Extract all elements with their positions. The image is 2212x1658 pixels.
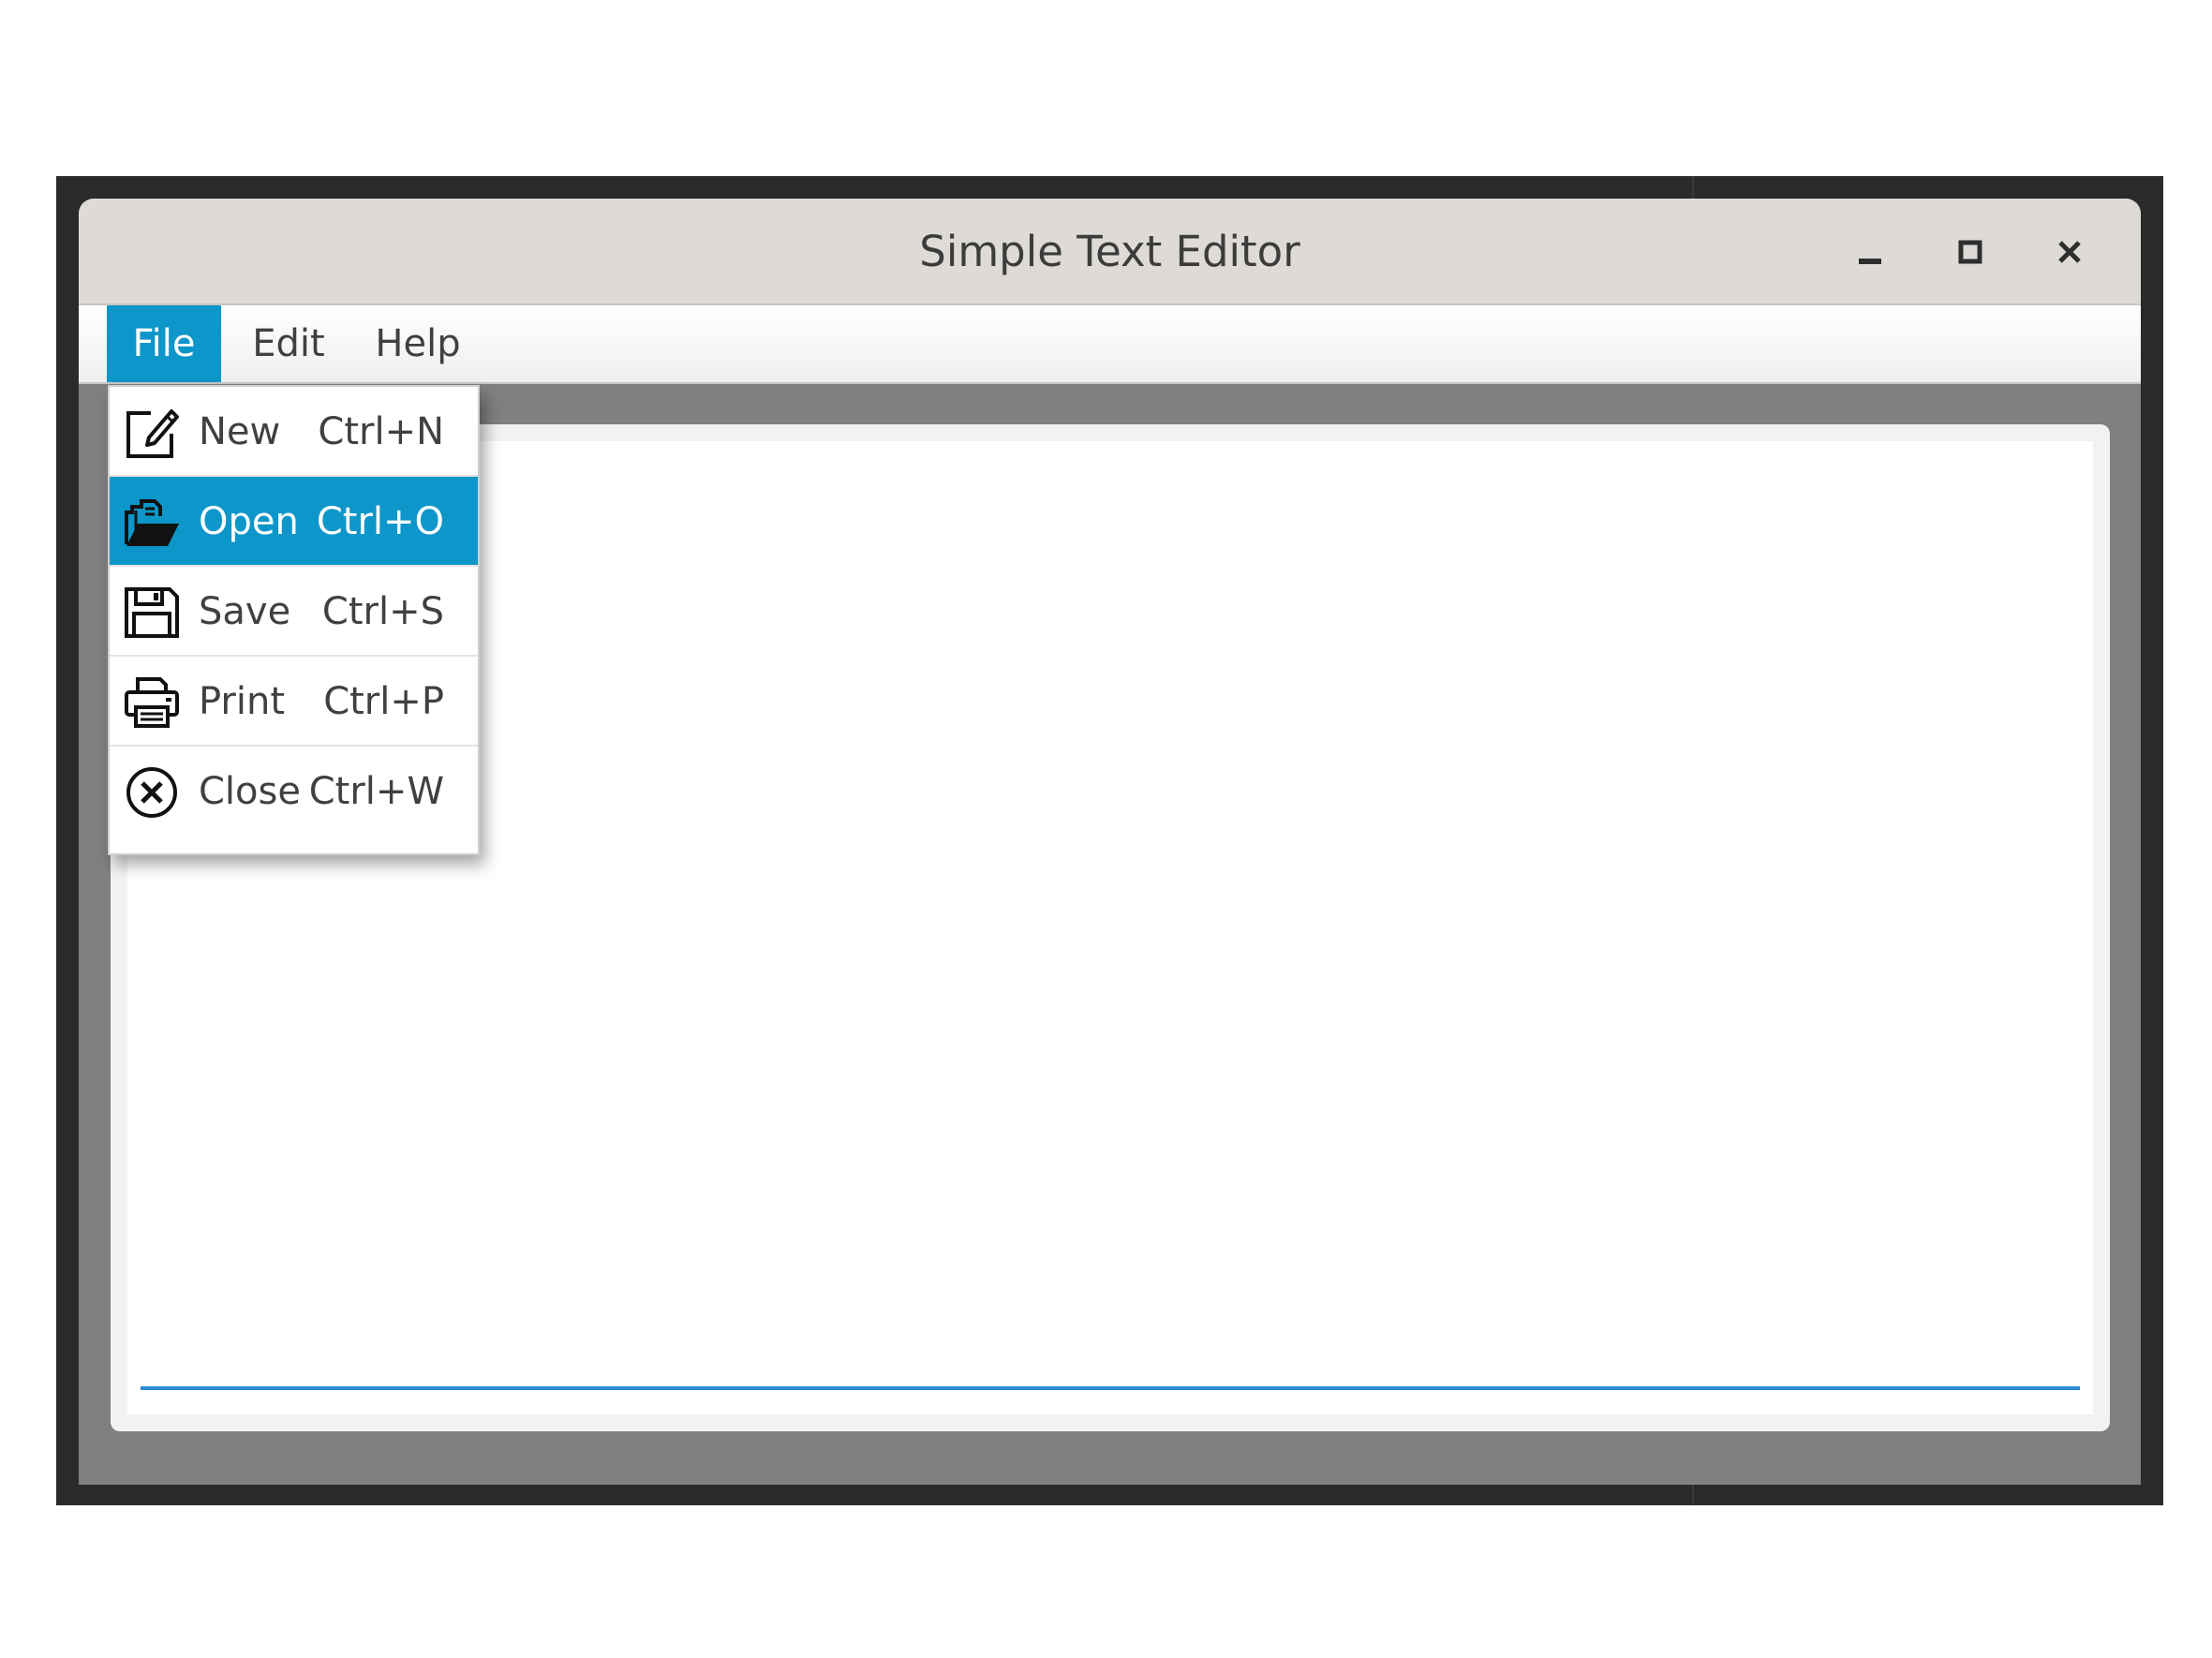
menu-item-print[interactable]: Print Ctrl+P [110,657,478,747]
maximize-icon [1958,240,1982,264]
menu-item-label: Open [199,500,299,543]
menu-file[interactable]: File [107,305,221,382]
menu-item-label: Close [199,770,301,813]
maximize-button[interactable] [1945,227,1996,277]
menu-item-shortcut: Ctrl+N [318,410,444,453]
title-bar[interactable]: Simple Text Editor [79,199,2141,305]
menu-item-save[interactable]: Save Ctrl+S [110,567,478,657]
menu-item-open[interactable]: Open Ctrl+O [110,477,478,567]
menu-item-label: New [199,410,281,453]
menu-edit[interactable]: Edit [238,305,339,382]
new-document-icon [126,409,179,458]
printer-icon [125,677,179,728]
menu-item-shortcut: Ctrl+P [323,680,444,723]
close-window-button[interactable] [2044,227,2095,277]
menu-item-label: Save [199,590,291,633]
menu-bar: File Edit Help [79,305,2141,384]
focus-underline [141,1386,2080,1390]
floppy-disk-icon [125,587,179,638]
menu-item-new[interactable]: New Ctrl+N [110,387,478,477]
window-title: Simple Text Editor [919,227,1300,276]
menu-item-close[interactable]: Close Ctrl+W [110,747,478,836]
file-menu-dropdown: New Ctrl+N Open Ctrl+O Save Ctrl+S Print… [108,385,480,855]
minimize-button[interactable] [1845,227,1895,277]
menu-item-shortcut: Ctrl+S [321,590,444,633]
menu-item-shortcut: Ctrl+W [308,770,444,813]
close-circle-icon [126,767,177,818]
minimize-icon [1859,259,1881,264]
menu-item-label: Print [199,680,286,723]
menu-help[interactable]: Help [360,305,476,382]
menu-item-shortcut: Ctrl+O [316,500,444,543]
open-folder-icon [125,499,179,546]
close-icon [2058,241,2081,263]
